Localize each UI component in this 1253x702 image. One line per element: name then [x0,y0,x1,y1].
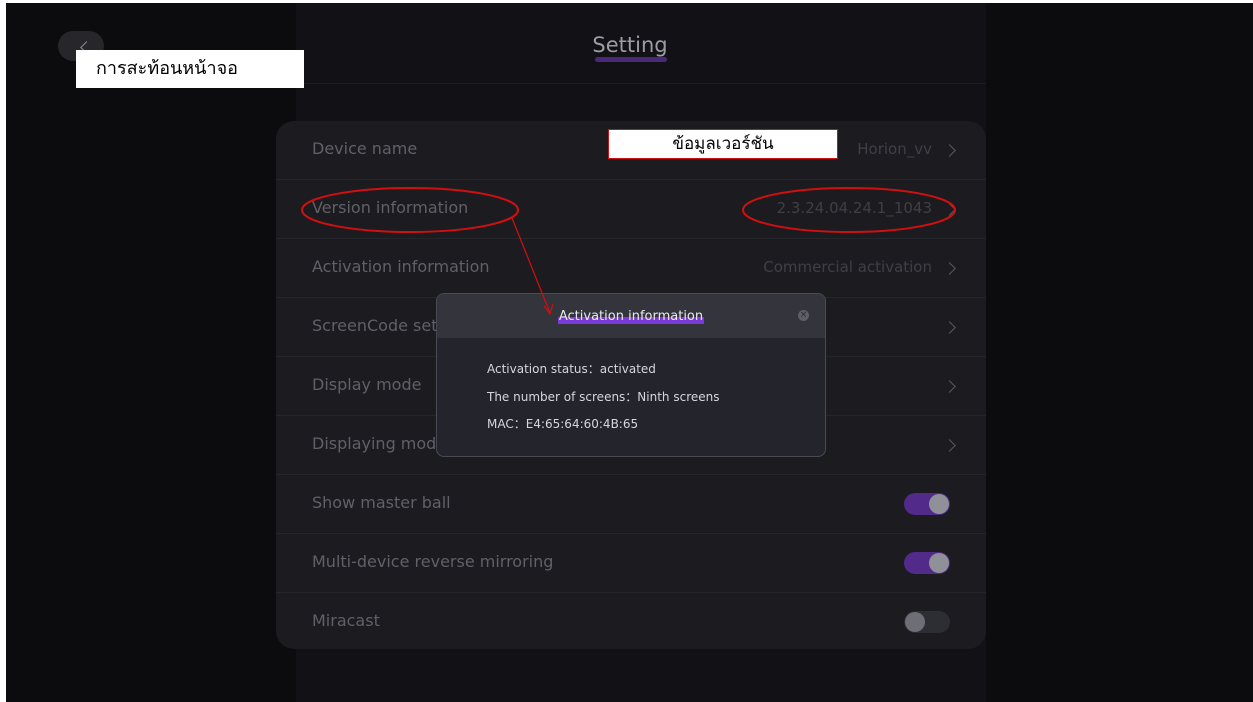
version-label-highlight-ellipse [301,187,519,233]
app-screen: Setting Device name Horion_vv Version in… [6,3,1253,702]
annotation-label-version-info: ข้อมูลเวอร์ชัน [608,129,838,159]
version-value-highlight-ellipse [742,187,956,233]
annotation-label-screen-mirroring: การสะท้อนหน้าจอ [76,50,304,88]
annotation-arrow-line [511,217,551,314]
annotation-overlay [301,187,956,316]
